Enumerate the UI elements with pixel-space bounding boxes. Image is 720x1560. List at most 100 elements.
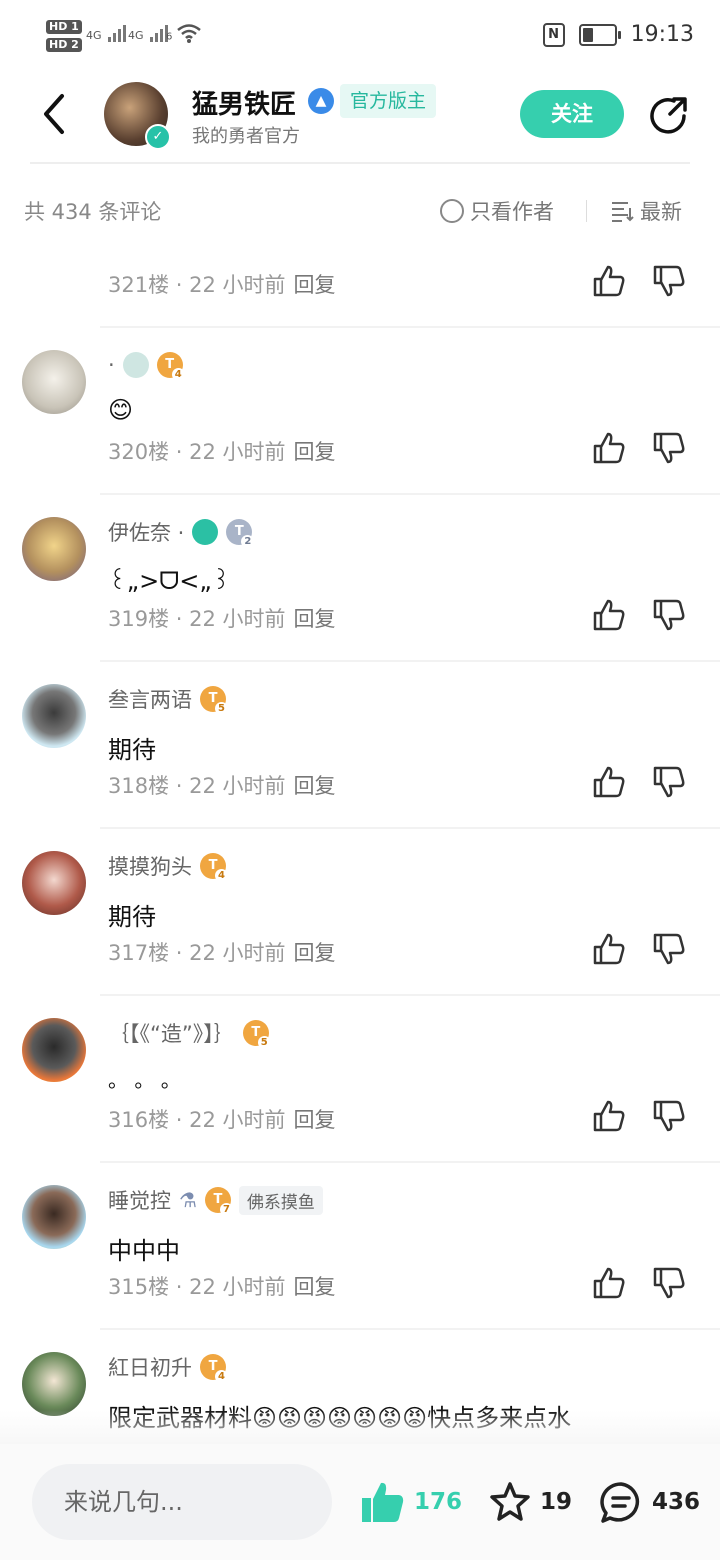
thumbs-up-icon[interactable]: [591, 1265, 627, 1301]
comment-item: 伊佐奈 · T2 ꒰„>ᗜ<„꒱ 319楼 · 22 小时前 回复: [0, 495, 720, 662]
level-badge-icon: T5: [200, 686, 228, 715]
comment-author-name[interactable]: 伊佐奈 ·: [108, 517, 184, 547]
comment-author-name[interactable]: ｛【《“造”》】｝: [108, 1018, 235, 1048]
comment-author-name[interactable]: 摸摸狗头: [108, 851, 192, 881]
user-avatar[interactable]: [22, 517, 86, 581]
user-avatar[interactable]: [22, 684, 86, 748]
back-icon[interactable]: [36, 92, 76, 136]
comment-item: 睡觉控 ⚗ T7 佛系摸鱼 中中中 315楼 · 22 小时前 回复: [0, 1163, 720, 1330]
reply-button[interactable]: 回复: [294, 440, 336, 464]
comment-input[interactable]: 来说几句...: [32, 1464, 332, 1540]
thumbs-down-icon[interactable]: [651, 1098, 687, 1134]
signal-2: 4G: [128, 24, 169, 42]
favorite-count: 19: [540, 1489, 573, 1515]
reply-button[interactable]: 回复: [294, 273, 336, 297]
level-badge-icon: T4: [200, 1354, 228, 1383]
network-type-2: 4G: [128, 29, 144, 42]
favorite-button[interactable]: 19: [488, 1480, 572, 1524]
thumbs-up-icon[interactable]: [591, 430, 627, 466]
wifi-icon: [177, 24, 201, 43]
thumbs-up-icon[interactable]: [591, 597, 627, 633]
thumbs-up-icon[interactable]: [591, 1098, 627, 1134]
reply-button[interactable]: 回复: [294, 941, 336, 965]
thumbs-down-icon[interactable]: [651, 931, 687, 967]
comment-meta: 320楼 · 22 小时前 回复: [108, 440, 336, 464]
thumbs-up-icon[interactable]: [591, 931, 627, 967]
comment-text: ꒰„>ᗜ<„꒱: [108, 567, 231, 595]
signal-bars-1-icon: [108, 24, 127, 42]
user-avatar[interactable]: [22, 1352, 86, 1416]
thumbs-down-icon[interactable]: [651, 1265, 687, 1301]
comment-text: 中中中: [108, 1237, 180, 1265]
comment-meta: 319楼 · 22 小时前 回复: [108, 607, 336, 631]
reply-button[interactable]: 回复: [294, 1108, 336, 1132]
author-subtitle: 我的勇者官方: [192, 126, 300, 147]
battery-icon: [578, 23, 621, 46]
comment-author-name[interactable]: 紅日初升: [108, 1352, 192, 1382]
comments-button[interactable]: 436: [598, 1480, 700, 1524]
comment-author-row: ｛【《“造”》】｝ T5: [108, 1018, 271, 1049]
hd2-badge: HD 2: [46, 38, 82, 52]
user-title-tag: 佛系摸鱼: [238, 1185, 323, 1215]
comment-item: 叁言两语 T5 期待 318楼 · 22 小时前 回复: [0, 662, 720, 829]
clock: 19:13: [630, 22, 694, 47]
comment-meta: 316楼 · 22 小时前 回复: [108, 1108, 336, 1132]
thumbs-down-icon[interactable]: [651, 597, 687, 633]
user-avatar[interactable]: [22, 851, 86, 915]
comment-text: 😊: [108, 396, 134, 424]
follow-button[interactable]: 关注: [520, 90, 624, 138]
verified-check-icon: ✓: [145, 124, 171, 150]
signal-1: 4G: [86, 24, 127, 42]
post-header: ✓ 猛男铁匠 ▲ 官方版主 我的勇者官方 关注: [0, 80, 720, 164]
comment-meta: 317楼 · 22 小时前 回复: [108, 941, 336, 965]
wifi-gen: 6: [166, 31, 173, 43]
like-count: 176: [414, 1489, 463, 1515]
comment-author-row: 睡觉控 ⚗ T7 佛系摸鱼: [108, 1185, 323, 1216]
comment-author-name[interactable]: 睡觉控: [108, 1185, 171, 1215]
user-badge-icon: [192, 519, 219, 545]
comment-author-row: 紅日初升 T4: [108, 1352, 228, 1383]
thumbs-up-icon[interactable]: [591, 764, 627, 800]
user-avatar[interactable]: [22, 350, 86, 414]
level-badge-icon: T7: [204, 1187, 233, 1216]
comment-author-row: 伊佐奈 · T2: [108, 517, 255, 548]
status-bar: HD 1 HD 2 4G 4G 6 N 19:13: [0, 0, 720, 80]
thumbs-down-icon[interactable]: [651, 764, 687, 800]
reply-button[interactable]: 回复: [294, 774, 336, 798]
thumbs-up-filled-icon: [362, 1482, 404, 1522]
share-icon[interactable]: [646, 94, 690, 138]
nfc-icon: N: [542, 22, 565, 47]
level-badge-icon: T2: [226, 519, 255, 548]
level-badge-icon: T4: [200, 853, 228, 882]
bottom-action-bar: 来说几句... 176 19 436: [0, 1444, 720, 1560]
thumbs-down-icon[interactable]: [651, 430, 687, 466]
level-badge-icon: T5: [242, 1020, 271, 1049]
official-badge-icon: ▲: [308, 88, 334, 114]
comment-item: 321楼 · 22 小时前 回复: [0, 161, 720, 328]
comment-author-row: 叁言两语 T5: [108, 684, 228, 715]
hd1-badge: HD 1: [46, 20, 82, 34]
comment-bubble-icon: [600, 1482, 640, 1523]
comment-author-name[interactable]: 叁言两语: [108, 684, 192, 714]
reply-button[interactable]: 回复: [294, 607, 336, 631]
comment-author-name[interactable]: ·: [108, 353, 115, 377]
wifi-indicator: 6: [166, 22, 202, 47]
role-badge: 官方版主: [340, 84, 437, 118]
reply-button[interactable]: 回复: [294, 1275, 336, 1299]
user-avatar[interactable]: [22, 1018, 86, 1082]
comment-meta: 321楼 · 22 小时前 回复: [108, 273, 336, 297]
author-name[interactable]: 猛男铁匠: [192, 84, 296, 121]
user-avatar[interactable]: [22, 1185, 86, 1249]
comment-text: 。 。 。: [108, 1068, 181, 1092]
comment-count-bottom: 436: [652, 1489, 701, 1515]
comment-author-row: · T4: [108, 350, 185, 381]
comment-item: · T4 😊 320楼 · 22 小时前 回复: [0, 328, 720, 495]
thumbs-up-icon[interactable]: [591, 263, 627, 299]
comment-item: 摸摸狗头 T4 期待 317楼 · 22 小时前 回复: [0, 829, 720, 996]
comment-item: ｛【《“造”》】｝ T5 。 。 。 316楼 · 22 小时前 回复: [0, 996, 720, 1163]
user-badge-icon: [122, 352, 149, 378]
like-button[interactable]: 176: [360, 1480, 462, 1524]
comment-meta: 315楼 · 22 小时前 回复: [108, 1275, 336, 1299]
bottom-fade: [0, 1410, 720, 1444]
thumbs-down-icon[interactable]: [651, 263, 687, 299]
